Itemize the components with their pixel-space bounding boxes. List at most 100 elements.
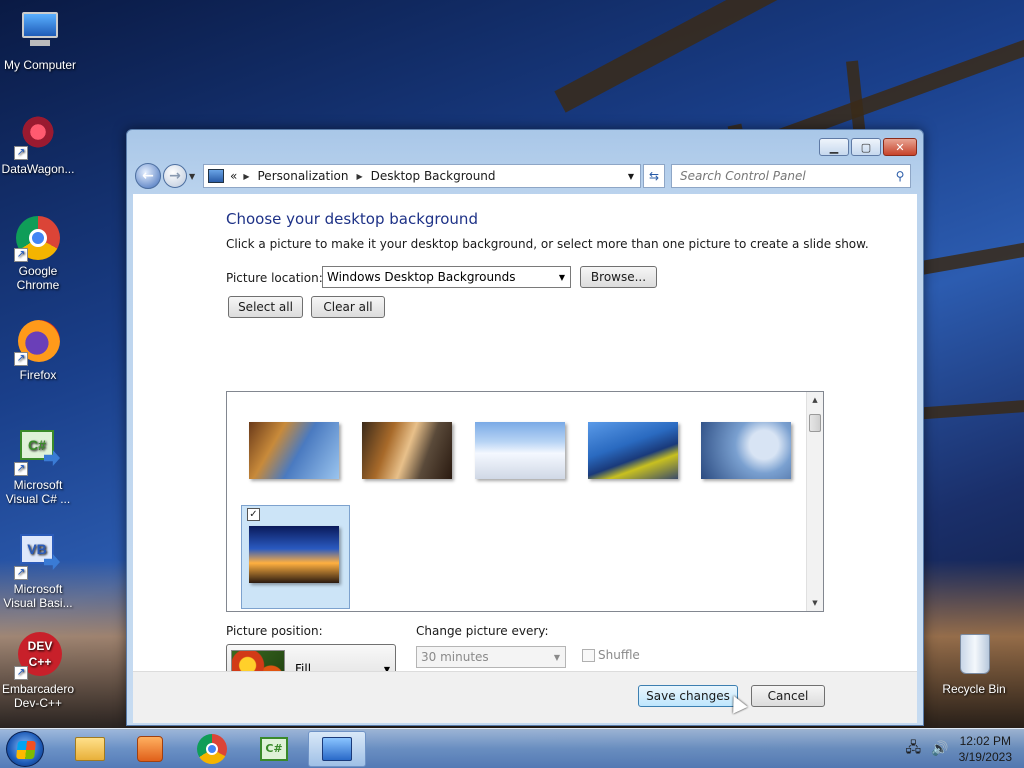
wallpaper-thumbnail <box>249 526 339 583</box>
visual-csharp-icon: C# ↗ <box>14 428 62 476</box>
breadcrumb-personalization[interactable]: Personalization <box>258 169 349 183</box>
minimize-icon[interactable]: ▁ <box>819 138 849 156</box>
start-button[interactable] <box>6 731 44 767</box>
search-icon[interactable]: ⚲ <box>890 169 910 183</box>
windows-logo-icon <box>16 741 36 759</box>
taskbar-control-panel[interactable] <box>308 731 366 767</box>
taskbar-visual-csharp[interactable]: C# <box>246 731 302 767</box>
recent-pages-dropdown[interactable]: ▼ <box>189 172 199 181</box>
desktop-icon-label: Microsoft Visual C# ... <box>5 478 71 506</box>
search-input[interactable]: Search Control Panel ⚲ <box>671 164 911 188</box>
desktop-icon-datawagon[interactable]: ↗ DataWagon... <box>0 112 78 176</box>
clear-all-button[interactable]: Clear all <box>311 296 385 318</box>
folder-icon <box>75 737 105 761</box>
navigation-bar: ← → ▼ « ▶ Personalization ▶ Desktop Back… <box>135 162 915 190</box>
select-all-button[interactable]: Select all <box>228 296 303 318</box>
desktop-icon-label: Embarcadero Dev-C++ <box>1 682 75 710</box>
taskbar-explorer[interactable] <box>62 731 118 767</box>
picture-gallery: ✓ ▲ ▼ <box>226 391 824 612</box>
clock[interactable]: 12:02 PM 3/19/2023 <box>959 733 1012 765</box>
picture-location-label: Picture location: <box>226 271 323 285</box>
taskbar-media-player[interactable] <box>122 731 178 767</box>
clock-date: 3/19/2023 <box>958 750 1012 764</box>
save-changes-button[interactable]: Save changes <box>638 685 738 707</box>
shortcut-arrow-icon: ↗ <box>14 666 28 680</box>
control-panel-icon <box>208 169 224 183</box>
cancel-button[interactable]: Cancel <box>751 685 825 707</box>
taskbar-chrome[interactable] <box>184 731 240 767</box>
recycle-bin-icon <box>950 632 998 680</box>
chrome-icon: ↗ <box>14 214 62 262</box>
shortcut-arrow-icon: ↗ <box>14 248 28 262</box>
desktop-icon-label: Firefox <box>19 368 57 382</box>
visual-basic-icon: VB ↗ <box>14 532 62 580</box>
picture-location-select[interactable]: Windows Desktop Backgrounds ▼ <box>322 266 571 288</box>
gallery-scrollbar[interactable]: ▲ ▼ <box>806 392 823 611</box>
search-placeholder: Search Control Panel <box>680 169 806 183</box>
desktop-icon-label: Recycle Bin <box>942 682 1006 696</box>
desktop-icon-firefox[interactable]: ↗ Firefox <box>0 318 78 382</box>
shortcut-arrow-icon: ↗ <box>14 352 28 366</box>
breadcrumb-desktop-background[interactable]: Desktop Background <box>371 169 496 183</box>
back-arrow-icon[interactable]: ← <box>135 163 161 189</box>
wallpaper-thumbnail[interactable] <box>701 422 791 479</box>
desktop-icon-label: Microsoft Visual Basi... <box>3 582 73 610</box>
shuffle-checkbox[interactable] <box>582 649 595 662</box>
change-picture-label: Change picture every: <box>416 624 549 638</box>
breadcrumb-overflow[interactable]: « <box>230 169 237 183</box>
window-controls: ▁ ▢ ✕ <box>819 138 917 156</box>
wallpaper-thumbnail[interactable] <box>475 422 565 479</box>
shortcut-arrow-icon: ↗ <box>14 146 28 160</box>
wallpaper-thumbnail[interactable] <box>249 422 339 479</box>
dev-cpp-icon: DEV C++ ↗ <box>14 632 62 680</box>
maximize-icon[interactable]: ▢ <box>851 138 881 156</box>
shortcut-arrow-icon: ↗ <box>14 462 28 476</box>
desktop-icon-google-chrome[interactable]: ↗ Google Chrome <box>0 214 78 292</box>
address-bar[interactable]: « ▶ Personalization ▶ Desktop Background… <box>203 164 641 188</box>
network-icon[interactable]: 🖧 <box>906 737 922 761</box>
clock-time: 12:02 PM <box>959 734 1011 748</box>
address-dropdown-icon[interactable]: ▼ <box>622 172 640 181</box>
page-title: Choose your desktop background <box>226 210 478 228</box>
desktop-background-window: ▁ ▢ ✕ ← → ▼ « ▶ Personalization ▶ Deskto… <box>126 129 924 726</box>
page-description: Click a picture to make it your desktop … <box>226 237 869 251</box>
shortcut-arrow-icon: ↗ <box>14 566 28 580</box>
wallpaper-thumbnail[interactable] <box>362 422 452 479</box>
desktop-icon-recycle-bin[interactable]: Recycle Bin <box>934 632 1014 696</box>
wallpaper-thumbnail-selected[interactable]: ✓ <box>241 505 350 609</box>
chrome-icon <box>197 734 227 764</box>
desktop-icon-dev-cpp[interactable]: DEV C++ ↗ Embarcadero Dev-C++ <box>0 632 78 710</box>
main-content: Choose your desktop background Click a p… <box>133 194 917 694</box>
chevron-down-icon: ▼ <box>553 652 561 662</box>
chevron-down-icon: ▼ <box>558 272 566 282</box>
desktop-icon-visual-csharp[interactable]: C# ↗ Microsoft Visual C# ... <box>0 428 78 506</box>
datawagon-icon: ↗ <box>14 112 62 160</box>
picture-position-label: Picture position: <box>226 624 323 638</box>
forward-arrow-icon[interactable]: → <box>163 164 187 188</box>
picture-location-value: Windows Desktop Backgrounds <box>327 270 516 284</box>
visual-csharp-icon: C# <box>260 737 288 761</box>
scroll-up-icon[interactable]: ▲ <box>807 392 823 408</box>
change-interval-select[interactable]: 30 minutes ▼ <box>416 646 566 668</box>
close-icon[interactable]: ✕ <box>883 138 917 156</box>
scroll-down-icon[interactable]: ▼ <box>807 595 823 611</box>
dialog-footer: Save changes Cancel <box>133 671 917 723</box>
shuffle-label: Shuffle <box>598 648 640 662</box>
refresh-icon[interactable]: ⇆ <box>643 164 665 188</box>
checkbox-checked-icon[interactable]: ✓ <box>247 508 260 521</box>
breadcrumb-separator-icon[interactable]: ▶ <box>356 172 362 181</box>
system-tray: 🖧 🔊 12:02 PM 3/19/2023 <box>906 729 1012 768</box>
scrollbar-thumb[interactable] <box>809 414 821 432</box>
wallpaper-thumbnail[interactable] <box>588 422 678 479</box>
computer-icon <box>16 8 64 56</box>
change-interval-value: 30 minutes <box>421 650 489 664</box>
desktop-icon-my-computer[interactable]: My Computer <box>0 8 80 72</box>
browse-button[interactable]: Browse... <box>580 266 657 288</box>
volume-icon[interactable]: 🔊 <box>931 741 948 757</box>
desktop-icon-label: My Computer <box>3 58 77 72</box>
desktop-icon-label: DataWagon... <box>1 162 75 176</box>
desktop-icon-label: Google Chrome <box>16 264 60 292</box>
breadcrumb-separator-icon[interactable]: ▶ <box>243 172 249 181</box>
desktop-icon-visual-basic[interactable]: VB ↗ Microsoft Visual Basi... <box>0 532 78 610</box>
firefox-icon: ↗ <box>14 318 62 366</box>
